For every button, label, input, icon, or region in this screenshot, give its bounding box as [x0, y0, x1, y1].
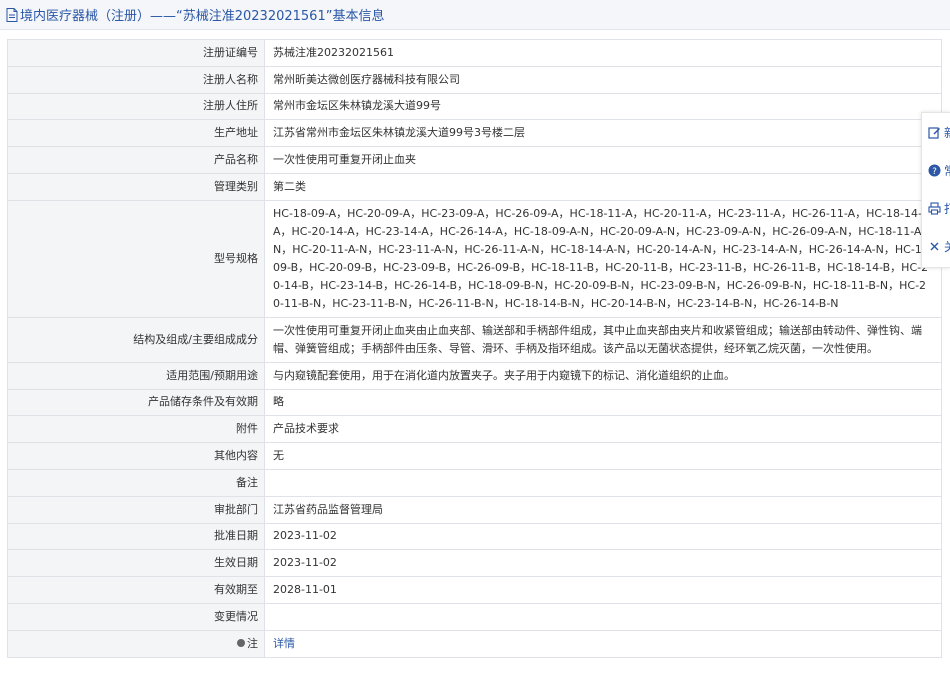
row-label: 备注: [7, 468, 265, 497]
row-value: 略: [264, 388, 942, 417]
row-label: 产品储存条件及有效期: [7, 388, 265, 417]
row-value: 2028-11-01: [264, 576, 942, 604]
side-toolbar: 新 ? 常 打 关: [921, 112, 950, 268]
info-table-container: 注册证编号 苏械注准20232021561 注册人名称 常州昕美达微创医疗器械科技有…: [7, 39, 942, 658]
edit-icon: [928, 126, 940, 139]
row-value: 一次性使用可重复开闭止血夹由止血夹部、输送部和手柄部件组成，其中止血夹部由夹片和…: [264, 316, 942, 363]
row-value: [264, 468, 942, 497]
help-icon: ?: [928, 164, 941, 177]
row-label: 结构及组成/主要组成成分: [7, 316, 265, 363]
row-label: 生产地址: [7, 119, 265, 148]
row-value: 常州市金坛区朱林镇龙溪大道99号: [264, 92, 942, 121]
row-value: 与内窥镜配套使用，用于在消化道内放置夹子。夹子用于内窥镜下的标记、消化道组织的止…: [264, 361, 942, 390]
row-label: 注册人名称: [7, 65, 265, 94]
row-label: 型号规格: [7, 199, 265, 318]
side-tool-label: 打: [944, 200, 950, 217]
side-tool-new[interactable]: 新: [922, 113, 950, 151]
table-row: 注册人名称 常州昕美达微创医疗器械科技有限公司: [7, 65, 942, 94]
document-icon: [6, 7, 18, 22]
row-label-text: 注: [247, 636, 258, 650]
row-label: 其他内容: [7, 442, 265, 470]
table-row: 产品储存条件及有效期略: [7, 388, 942, 417]
side-tool-label: 常: [944, 162, 950, 179]
row-value: 江苏省药品监督管理局: [264, 495, 942, 524]
row-value: 江苏省常州市金坛区朱林镇龙溪大道99号3号楼二层: [264, 119, 942, 148]
row-value: 详情: [264, 629, 942, 658]
print-icon: [928, 201, 941, 215]
row-label: 注册人住所: [7, 92, 265, 121]
details-link[interactable]: 详情: [273, 637, 295, 650]
row-label: 变更情况: [7, 602, 265, 631]
row-value: 2023-11-02: [264, 549, 942, 578]
row-label: 审批部门: [7, 495, 265, 524]
svg-text:?: ?: [932, 167, 937, 177]
table-row: 结构及组成/主要组成成分 一次性使用可重复开闭止血夹由止血夹部、输送部和手柄部件组…: [7, 316, 942, 363]
table-row: 注 详情: [7, 629, 942, 658]
row-label: 适用范围/预期用途: [7, 361, 265, 390]
row-value: 第二类: [264, 172, 942, 201]
table-row: 其他内容无: [7, 442, 942, 470]
info-table: 注册证编号 苏械注准20232021561 注册人名称 常州昕美达微创医疗器械科技有…: [7, 39, 942, 658]
row-value: 无: [264, 442, 942, 470]
row-label: 批准日期: [7, 522, 265, 551]
row-value: 常州昕美达微创医疗器械科技有限公司: [264, 65, 942, 94]
row-label: 附件: [7, 415, 265, 444]
table-row: 附件 产品技术要求: [7, 415, 942, 444]
table-row: 注册证编号 苏械注准20232021561: [7, 39, 942, 67]
table-row: 管理类别 第二类: [7, 172, 942, 201]
table-row: 产品名称 一次性使用可重复开闭止血夹: [7, 146, 942, 174]
page-title: 境内医疗器械（注册）——“苏械注准20232021561”基本信息: [20, 9, 385, 24]
close-icon: [930, 242, 939, 250]
table-row: 适用范围/预期用途 与内窥镜配套使用，用于在消化道内放置夹子。夹子用于内窥镜下的标…: [7, 361, 942, 390]
table-row: 变更情况: [7, 602, 942, 631]
pin-icon: [237, 638, 245, 647]
row-value: 产品技术要求: [264, 415, 942, 444]
table-row: 生产地址 江苏省常州市金坛区朱林镇龙溪大道99号3号楼二层: [7, 119, 942, 148]
row-value: 2023-11-02: [264, 522, 942, 551]
row-value: 一次性使用可重复开闭止血夹: [264, 146, 942, 174]
table-row: 审批部门 江苏省药品监督管理局: [7, 495, 942, 524]
row-label: 管理类别: [7, 172, 265, 201]
side-tool-label: 新: [944, 124, 950, 141]
page-header: 境内医疗器械（注册）——“苏械注准20232021561”基本信息: [0, 0, 950, 30]
table-row: 型号规格 HC-18-09-A，HC-20-09-A，HC-23-09-A，HC-…: [7, 199, 942, 318]
table-row: 生效日期 2023-11-02: [7, 549, 942, 578]
row-label: 产品名称: [7, 146, 265, 174]
row-label: 注册证编号: [7, 39, 265, 67]
row-label: 生效日期: [7, 549, 265, 578]
row-value: [264, 602, 942, 631]
table-row: 有效期至 2028-11-01: [7, 576, 942, 604]
row-label-note: 注: [7, 629, 265, 658]
table-row: 批准日期 2023-11-02: [7, 522, 942, 551]
row-label: 有效期至: [7, 576, 265, 604]
row-value: 苏械注准20232021561: [264, 39, 942, 67]
side-tool-close[interactable]: 关: [922, 227, 950, 265]
side-tool-print[interactable]: 打: [922, 189, 950, 227]
row-value-models: HC-18-09-A，HC-20-09-A，HC-23-09-A，HC-26-0…: [264, 199, 942, 318]
table-row: 备注: [7, 468, 942, 497]
side-tool-label: 关: [944, 238, 950, 255]
table-row: 注册人住所 常州市金坛区朱林镇龙溪大道99号: [7, 92, 942, 121]
side-tool-faq[interactable]: ? 常: [922, 151, 950, 189]
